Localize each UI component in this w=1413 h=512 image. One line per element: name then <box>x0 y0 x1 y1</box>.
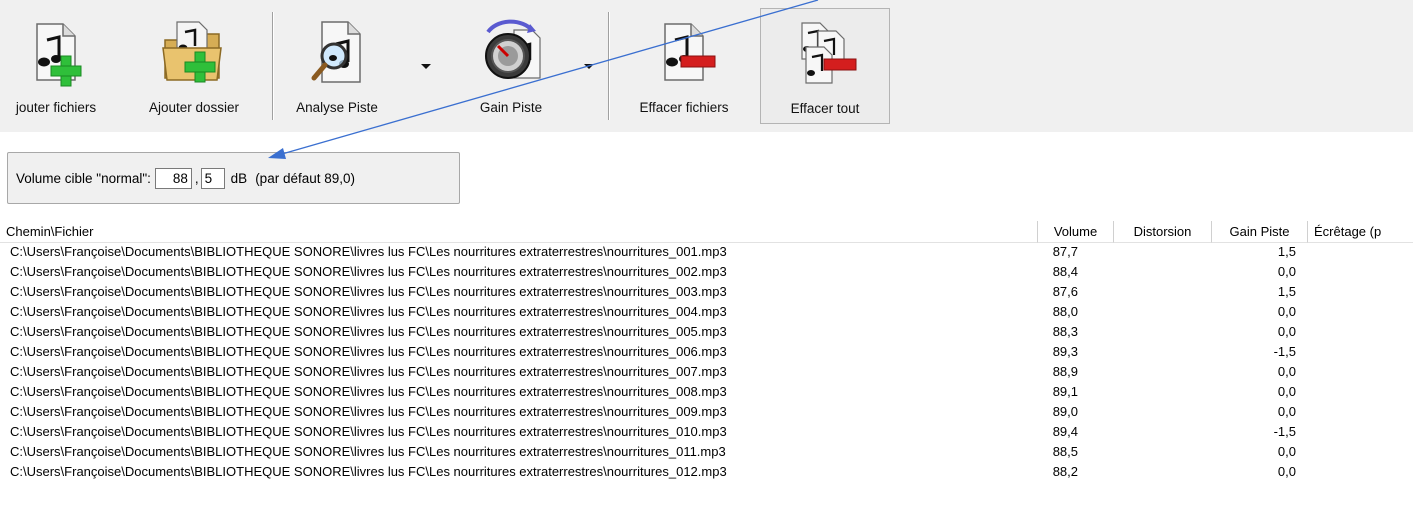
track-gain-cell: 0,0 <box>1277 464 1296 479</box>
gain-knob-icon <box>485 19 541 79</box>
clear-all-button[interactable]: Effacer tout <box>760 8 890 124</box>
music-file-minus-icon <box>664 23 716 81</box>
table-row[interactable]: C:\Users\Françoise\Documents\BIBLIOTHEQU… <box>0 443 1413 461</box>
track-gain-cell: 0,0 <box>1277 404 1296 419</box>
clear-files-label: Effacer fichiers <box>639 100 729 115</box>
track-gain-cell: 0,0 <box>1277 384 1296 399</box>
target-volume-label: Volume cible "normal": <box>16 171 151 186</box>
track-gain-cell: 0,0 <box>1277 364 1296 379</box>
volume-cell: 89,1 <box>1052 384 1078 399</box>
table-row[interactable]: C:\Users\Françoise\Documents\BIBLIOTHEQU… <box>0 343 1413 361</box>
table-row[interactable]: C:\Users\Françoise\Documents\BIBLIOTHEQU… <box>0 383 1413 401</box>
analyze-track-button[interactable]: Analyse Piste <box>282 8 392 124</box>
file-path-cell: C:\Users\Françoise\Documents\BIBLIOTHEQU… <box>10 444 726 459</box>
add-folder-button[interactable]: Ajouter dossier <box>124 8 264 124</box>
music-file-plus-icon <box>36 23 82 87</box>
track-gain-cell: -1,5 <box>1273 344 1296 359</box>
table-row[interactable]: C:\Users\Françoise\Documents\BIBLIOTHEQU… <box>0 243 1413 261</box>
add-files-label: jouter fichiers <box>15 100 97 115</box>
table-row[interactable]: C:\Users\Françoise\Documents\BIBLIOTHEQU… <box>0 323 1413 341</box>
file-path-cell: C:\Users\Françoise\Documents\BIBLIOTHEQU… <box>10 344 727 359</box>
volume-cell: 87,7 <box>1052 244 1078 259</box>
volume-cell: 88,0 <box>1052 304 1078 319</box>
target-volume-group: Volume cible "normal": , dB (par défaut … <box>7 152 460 204</box>
volume-cell: 88,3 <box>1052 324 1078 339</box>
add-files-button[interactable]: jouter fichiers <box>0 8 122 124</box>
toolbar-separator <box>608 12 609 120</box>
track-gain-cell: 0,0 <box>1277 444 1296 459</box>
table-header: Chemin\Fichier Volume Distorsion Gain Pi… <box>0 221 1413 243</box>
analyze-track-label: Analyse Piste <box>296 100 378 115</box>
table-row[interactable]: C:\Users\Françoise\Documents\BIBLIOTHEQU… <box>0 463 1413 481</box>
file-path-cell: C:\Users\Françoise\Documents\BIBLIOTHEQU… <box>10 284 727 299</box>
file-path-cell: C:\Users\Françoise\Documents\BIBLIOTHEQU… <box>10 404 727 419</box>
track-gain-cell: 0,0 <box>1277 324 1296 339</box>
track-gain-cell: -1,5 <box>1273 424 1296 439</box>
track-gain-cell: 0,0 <box>1277 264 1296 279</box>
column-header-path[interactable]: Chemin\Fichier <box>0 221 1038 243</box>
table-row[interactable]: C:\Users\Françoise\Documents\BIBLIOTHEQU… <box>0 263 1413 281</box>
analyze-dropdown-arrow[interactable] <box>421 64 431 69</box>
file-path-cell: C:\Users\Françoise\Documents\BIBLIOTHEQU… <box>10 324 727 339</box>
column-header-track-gain[interactable]: Gain Piste <box>1212 221 1308 243</box>
file-path-cell: C:\Users\Françoise\Documents\BIBLIOTHEQU… <box>10 244 727 259</box>
volume-cell: 87,6 <box>1052 284 1078 299</box>
clear-all-label: Effacer tout <box>790 101 860 116</box>
gain-dropdown-arrow[interactable] <box>584 64 594 69</box>
default-note: (par défaut 89,0) <box>255 171 356 186</box>
track-gain-cell: 0,0 <box>1277 304 1296 319</box>
file-path-cell: C:\Users\Françoise\Documents\BIBLIOTHEQU… <box>10 424 727 439</box>
column-header-volume[interactable]: Volume <box>1038 221 1114 243</box>
music-file-magnifier-icon <box>311 21 361 83</box>
volume-cell: 88,5 <box>1052 444 1078 459</box>
column-header-distortion[interactable]: Distorsion <box>1114 221 1212 243</box>
volume-cell: 88,4 <box>1052 264 1078 279</box>
gain-track-label: Gain Piste <box>479 100 543 115</box>
toolbar: jouter fichiers Ajouter dossier Analyse … <box>0 0 1413 132</box>
volume-cell: 89,0 <box>1052 404 1078 419</box>
track-gain-cell: 1,5 <box>1277 284 1296 299</box>
table-row[interactable]: C:\Users\Françoise\Documents\BIBLIOTHEQU… <box>0 403 1413 421</box>
file-table: Chemin\Fichier Volume Distorsion Gain Pi… <box>0 216 1413 512</box>
gain-track-button[interactable]: Gain Piste <box>446 8 576 124</box>
target-volume-integer-input[interactable] <box>154 168 192 189</box>
target-volume-decimal-input[interactable] <box>200 168 225 189</box>
volume-cell: 89,4 <box>1052 424 1078 439</box>
table-row[interactable]: C:\Users\Françoise\Documents\BIBLIOTHEQU… <box>0 423 1413 441</box>
table-row[interactable]: C:\Users\Françoise\Documents\BIBLIOTHEQU… <box>0 363 1413 381</box>
music-files-minus-icon <box>801 22 857 84</box>
decimal-separator: , <box>194 171 199 186</box>
file-path-cell: C:\Users\Françoise\Documents\BIBLIOTHEQU… <box>10 264 727 279</box>
volume-cell: 88,9 <box>1052 364 1078 379</box>
unit-label: dB <box>230 171 248 186</box>
volume-cell: 88,2 <box>1052 464 1078 479</box>
add-folder-label: Ajouter dossier <box>148 100 240 115</box>
table-row[interactable]: C:\Users\Françoise\Documents\BIBLIOTHEQU… <box>0 303 1413 321</box>
file-path-cell: C:\Users\Françoise\Documents\BIBLIOTHEQU… <box>10 304 727 319</box>
toolbar-separator <box>272 12 273 120</box>
column-header-clipping[interactable]: Écrêtage (p <box>1308 221 1413 243</box>
table-row[interactable]: C:\Users\Françoise\Documents\BIBLIOTHEQU… <box>0 283 1413 301</box>
volume-cell: 89,3 <box>1052 344 1078 359</box>
clear-files-button[interactable]: Effacer fichiers <box>616 8 752 124</box>
file-path-cell: C:\Users\Françoise\Documents\BIBLIOTHEQU… <box>10 384 727 399</box>
file-path-cell: C:\Users\Françoise\Documents\BIBLIOTHEQU… <box>10 364 727 379</box>
track-gain-cell: 1,5 <box>1277 244 1296 259</box>
file-path-cell: C:\Users\Françoise\Documents\BIBLIOTHEQU… <box>10 464 727 479</box>
folder-plus-icon <box>162 21 222 83</box>
